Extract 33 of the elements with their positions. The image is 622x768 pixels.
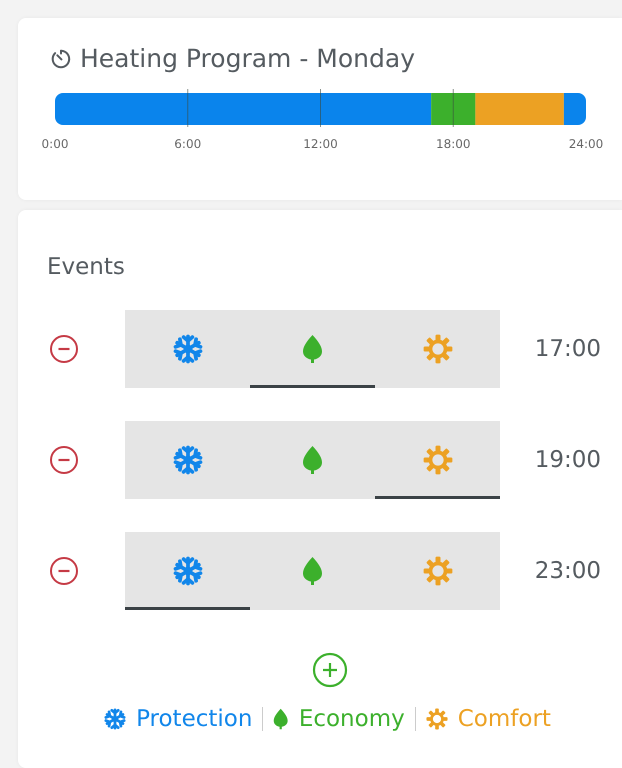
leaf-icon [302, 334, 323, 364]
timer-icon [50, 48, 72, 70]
event-time: 17:00 [534, 336, 601, 362]
tick-label: 6:00 [174, 137, 202, 151]
event-time: 19:00 [534, 447, 601, 473]
sun-icon [422, 445, 452, 475]
tick-label: 12:00 [303, 137, 338, 151]
sun-icon [422, 334, 452, 364]
leaf-icon [273, 708, 289, 730]
snowflake-icon [172, 445, 202, 475]
sun-icon [422, 556, 452, 586]
legend-label: Protection [136, 706, 252, 732]
snowflake-icon [172, 334, 202, 364]
tick-label: 18:00 [436, 137, 471, 151]
leaf-icon [302, 445, 323, 475]
event-time: 23:00 [534, 558, 601, 584]
tick-label: 0:00 [42, 137, 68, 151]
program-title: Heating Program - Monday [80, 44, 415, 73]
snowflake-icon [172, 556, 202, 586]
remove-button[interactable] [49, 445, 79, 475]
legend-label: Economy [298, 706, 405, 732]
legend-label: Comfort [458, 706, 551, 732]
events-heading: Events [47, 254, 126, 280]
tick-line [320, 89, 321, 128]
tick-label: 24:00 [568, 137, 604, 151]
remove-button[interactable] [49, 334, 79, 364]
tick-line [452, 89, 454, 128]
snowflake-icon [104, 708, 126, 730]
sun-icon [426, 708, 448, 730]
leaf-icon [302, 556, 323, 586]
add-button[interactable] [312, 652, 348, 688]
tick-line [187, 89, 188, 128]
remove-button[interactable] [49, 556, 79, 586]
